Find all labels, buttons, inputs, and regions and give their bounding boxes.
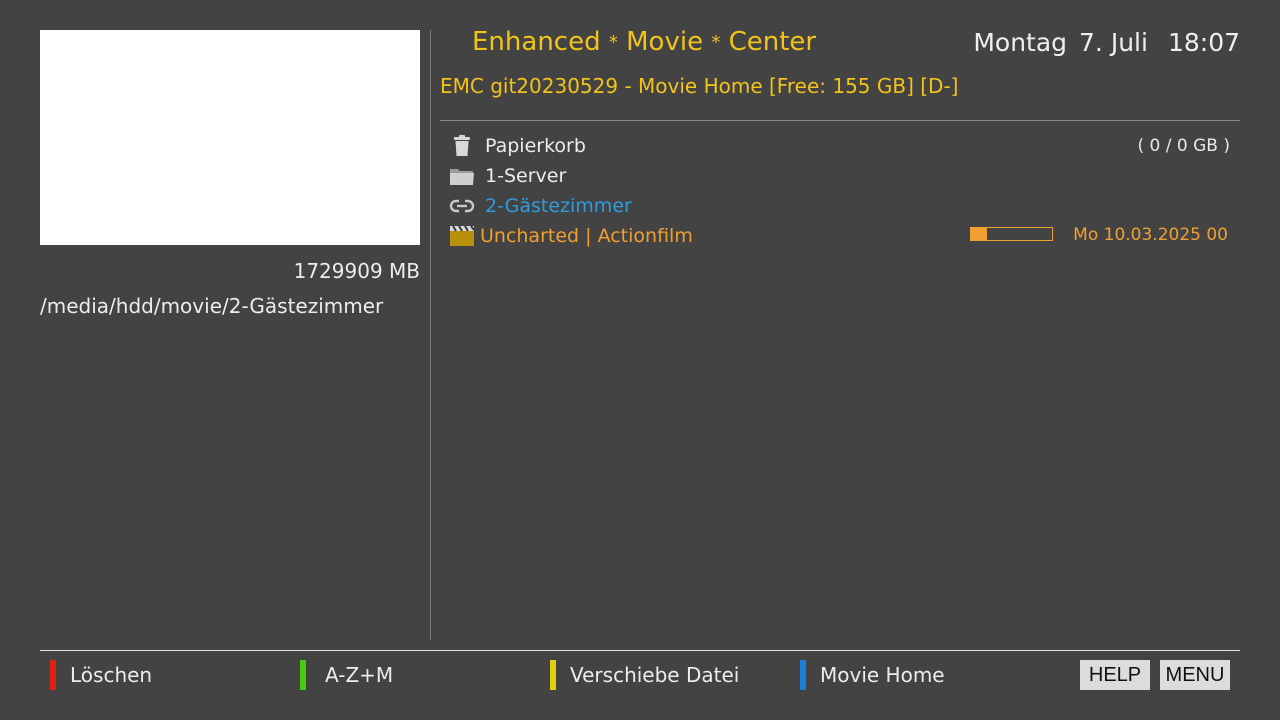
recording-date: Mo 10.03.2025 00 xyxy=(1073,225,1228,245)
disk-size-label: 1729909 MB xyxy=(293,259,420,283)
time-label: 18:07 xyxy=(1167,28,1240,57)
footer-divider xyxy=(40,650,1240,651)
vertical-divider xyxy=(430,30,431,640)
list-divider xyxy=(440,120,1240,121)
list-item-trash[interactable]: Papierkorb ( 0 / 0 GB ) xyxy=(448,131,1232,161)
menu-button[interactable]: MENU xyxy=(1160,660,1230,690)
status-subtitle: EMC git20230529 - Movie Home [Free: 155 … xyxy=(440,74,959,98)
date-label: 7. Juli xyxy=(1079,28,1148,57)
current-path: /media/hdd/movie/2-Gästezimmer xyxy=(40,294,384,318)
title-word: Enhanced xyxy=(472,27,601,57)
app-title: Enhanced * Movie * Center xyxy=(472,27,816,57)
trash-size-info: ( 0 / 0 GB ) xyxy=(1137,136,1230,156)
key-label: Movie Home xyxy=(820,663,945,687)
list-item-label: Papierkorb xyxy=(485,135,586,157)
green-key-bar xyxy=(300,660,306,690)
title-separator: * xyxy=(711,32,721,53)
key-label: Löschen xyxy=(70,663,153,687)
green-key-sort[interactable]: A-Z+M xyxy=(300,660,393,690)
key-label: Verschiebe Datei xyxy=(570,663,740,687)
blue-key-movie-home[interactable]: Movie Home xyxy=(800,660,945,690)
list-item-folder[interactable]: 1-Server xyxy=(448,161,1232,191)
link-icon xyxy=(448,194,476,218)
list-item-label: 1-Server xyxy=(485,165,567,187)
progress-bar xyxy=(970,227,1053,241)
clock: Montag 7. Juli 18:07 xyxy=(973,28,1240,57)
yellow-key-move[interactable]: Verschiebe Datei xyxy=(550,660,739,690)
list-item-label: Uncharted | Actionfilm xyxy=(480,225,693,247)
day-label: Montag xyxy=(973,28,1068,57)
help-button[interactable]: HELP xyxy=(1080,660,1150,690)
title-separator: * xyxy=(608,32,618,53)
list-item-movie[interactable]: Uncharted | Actionfilm Mo 10.03.2025 00 xyxy=(448,221,1232,251)
movie-clapper-icon xyxy=(448,224,476,248)
list-item-label: 2-Gästezimmer xyxy=(485,195,632,217)
trash-icon xyxy=(448,134,476,158)
list-item-link[interactable]: 2-Gästezimmer xyxy=(448,191,1232,221)
progress-fill xyxy=(971,228,988,240)
yellow-key-bar xyxy=(550,660,556,690)
red-key-bar xyxy=(50,660,56,690)
cover-preview xyxy=(40,30,420,245)
blue-key-bar xyxy=(800,660,806,690)
title-word: Movie xyxy=(626,27,704,57)
folder-icon xyxy=(448,164,476,188)
key-label: A-Z+M xyxy=(325,663,394,687)
title-word: Center xyxy=(728,27,817,57)
red-key-delete[interactable]: Löschen xyxy=(50,660,152,690)
